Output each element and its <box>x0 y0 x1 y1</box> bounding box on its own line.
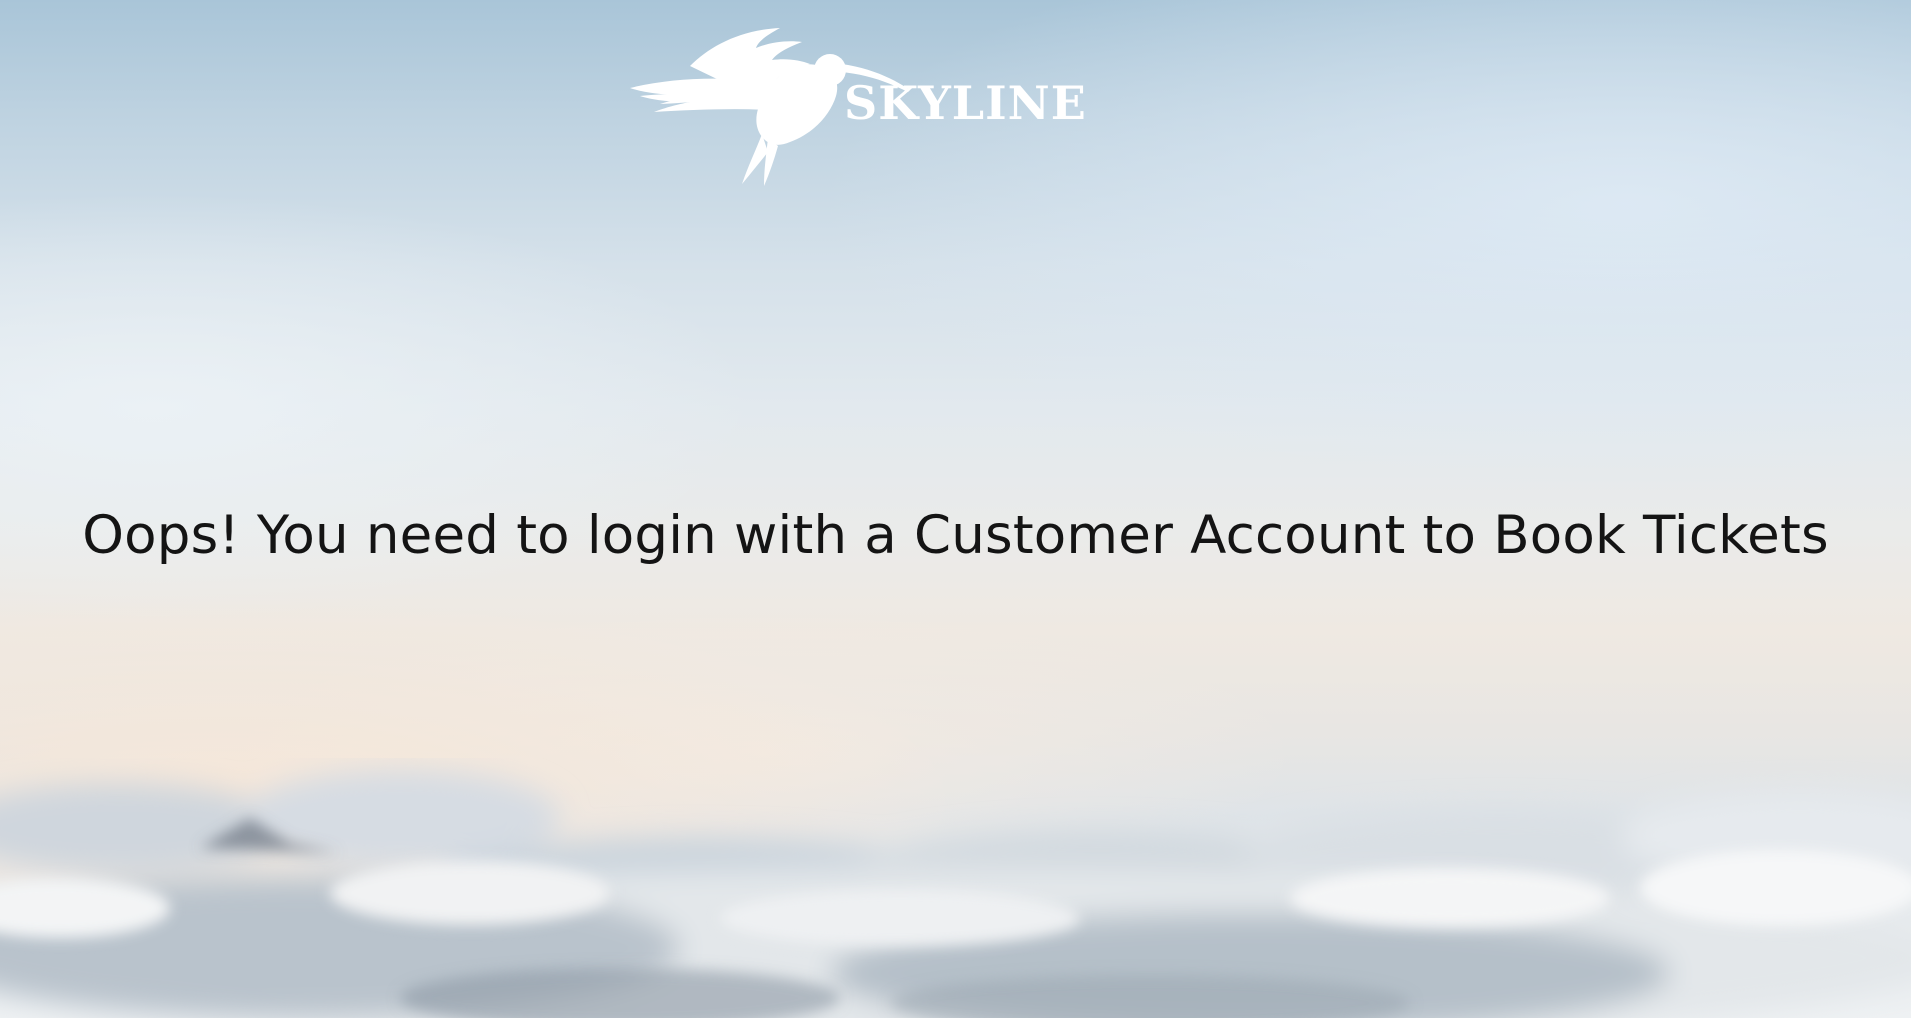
brand-name: SKYLINE <box>844 76 1087 130</box>
skyline-logo[interactable]: SKYLINE <box>630 18 1110 198</box>
login-required-message: Oops! You need to login with a Customer … <box>82 505 1829 566</box>
cloud-background <box>0 770 1911 1018</box>
